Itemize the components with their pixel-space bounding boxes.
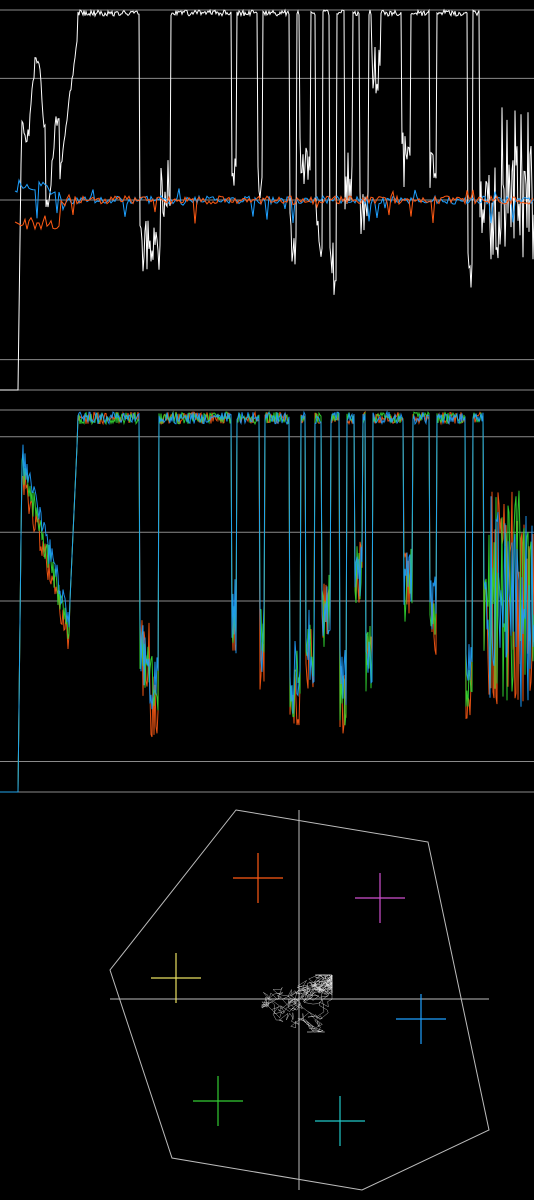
vectorscope — [0, 800, 534, 1200]
cr-trace — [14, 189, 534, 231]
b-channel-trace — [0, 410, 534, 793]
waveform-plot — [0, 8, 534, 391]
g-channel-trace — [0, 410, 534, 793]
vectorscope-plot — [109, 809, 490, 1191]
vector-trace — [261, 974, 333, 1033]
rgb-parade-plot — [0, 409, 534, 793]
rgb-parade-scope — [0, 400, 534, 800]
r-channel-trace — [0, 410, 534, 793]
waveform-scope — [0, 0, 534, 400]
